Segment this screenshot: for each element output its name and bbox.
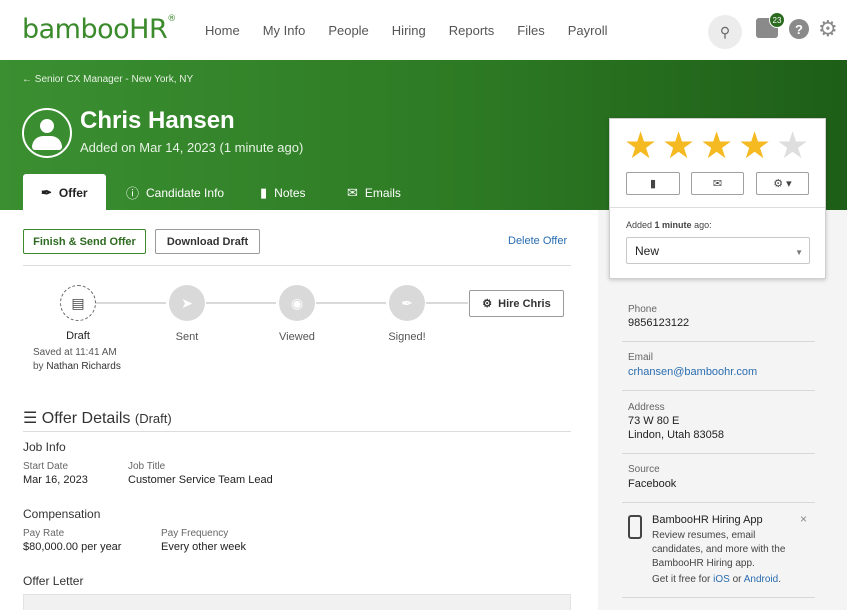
- candidate-name: Chris Hansen: [80, 107, 235, 134]
- list-icon: ☰: [23, 410, 42, 427]
- comment-icon: ▮: [260, 184, 268, 200]
- start-date-label: Start Date: [23, 461, 69, 472]
- promo-body-2: candidates, and more with the: [652, 544, 786, 555]
- divider: [610, 207, 825, 208]
- address-line1: 73 W 80 E: [628, 415, 680, 427]
- pencil-icon: ✒: [41, 184, 52, 200]
- step-viewed-label: Viewed: [279, 331, 315, 343]
- divider: [622, 341, 815, 342]
- nav-home[interactable]: Home: [205, 23, 240, 38]
- search-icon[interactable]: ⚲: [708, 15, 742, 49]
- star-3-icon[interactable]: ★: [700, 127, 733, 164]
- nav-links: Home My Info People Hiring Reports Files…: [205, 23, 631, 38]
- divider: [622, 597, 815, 598]
- star-2-icon[interactable]: ★: [662, 127, 695, 164]
- divider: [23, 265, 571, 266]
- nav-hiring[interactable]: Hiring: [392, 23, 426, 38]
- nav-my-info[interactable]: My Info: [263, 23, 306, 38]
- phone-label: Phone: [628, 304, 657, 315]
- chevron-down-icon: ▼: [795, 248, 803, 257]
- settings-dropdown-button[interactable]: ⚙ ▾: [756, 172, 809, 195]
- progress-line: [206, 302, 276, 304]
- email-label: Email: [628, 352, 654, 363]
- star-1-icon[interactable]: ★: [624, 127, 657, 164]
- star-5-icon[interactable]: ★: [776, 127, 809, 164]
- android-link[interactable]: Android: [744, 574, 778, 585]
- candidate-added-date: Added on Mar 14, 2023 (1 minute ago): [80, 140, 304, 155]
- progress-line: [96, 302, 166, 304]
- saved-time: Saved at 11:41 AM: [33, 347, 117, 358]
- email-button[interactable]: ✉: [691, 172, 744, 195]
- send-plane-icon: ➤: [169, 285, 205, 321]
- divider: [622, 453, 815, 454]
- divider: [23, 431, 571, 432]
- nav-files[interactable]: Files: [517, 23, 544, 38]
- pay-rate-label: Pay Rate: [23, 528, 65, 539]
- offer-details-title: ☰ Offer Details (Draft): [23, 410, 172, 427]
- comment-icon: ▮: [649, 178, 657, 190]
- pay-frequency-value: Every other week: [161, 541, 246, 553]
- source-label: Source: [628, 464, 660, 475]
- address-label: Address: [628, 402, 665, 413]
- tab-notes[interactable]: ▮ Notes: [260, 174, 306, 211]
- signature-icon: ✒: [389, 285, 425, 321]
- promo-cta: Get it free for iOS or Android.: [652, 574, 781, 585]
- source-value: Facebook: [628, 478, 677, 490]
- info-icon: ⓘ: [126, 186, 140, 201]
- progress-line: [316, 302, 386, 304]
- avatar: [22, 108, 72, 158]
- ios-link[interactable]: iOS: [713, 574, 730, 585]
- status-added-label: Added 1 minute ago:: [626, 220, 712, 230]
- job-title-label: Job Title: [128, 461, 166, 472]
- phone-icon: [628, 515, 642, 539]
- nav-people[interactable]: People: [328, 23, 368, 38]
- nav-payroll[interactable]: Payroll: [568, 23, 608, 38]
- pay-rate-value: $80,000.00 per year: [23, 541, 122, 553]
- promo-body-1: Review resumes, email: [652, 530, 756, 541]
- gear-icon: ⚙ ▾: [773, 178, 792, 190]
- saved-by: by Nathan Richards: [33, 361, 121, 372]
- status-select[interactable]: New ▼: [626, 237, 810, 264]
- comment-button[interactable]: ▮: [626, 172, 680, 195]
- download-draft-button[interactable]: Download Draft: [155, 229, 260, 254]
- pay-frequency-label: Pay Frequency: [161, 528, 229, 539]
- hire-chris-button[interactable]: ⚙ Hire Chris: [469, 290, 564, 317]
- tab-emails[interactable]: ✉ Emails: [347, 174, 401, 211]
- progress-line: [426, 302, 468, 304]
- promo-body-3: BambooHR Hiring app.: [652, 558, 755, 569]
- finish-send-offer-button[interactable]: Finish & Send Offer: [23, 229, 146, 254]
- eye-icon: ◉: [279, 285, 315, 321]
- step-signed-label: Signed!: [388, 331, 426, 343]
- breadcrumb[interactable]: ← Senior CX Manager - New York, NY: [22, 74, 193, 85]
- promo-title: BambooHR Hiring App: [652, 514, 763, 526]
- envelope-icon: ✉: [712, 178, 723, 190]
- star-4-icon[interactable]: ★: [738, 127, 771, 164]
- step-sent-label: Sent: [175, 331, 199, 343]
- gear-icon: ⚙: [482, 298, 493, 310]
- offer-letter-heading: Offer Letter: [23, 574, 84, 588]
- envelope-icon: ✉: [347, 184, 358, 200]
- step-draft-label: Draft: [66, 330, 90, 342]
- address-line2: Lindon, Utah 83058: [628, 429, 725, 441]
- offer-letter-preview[interactable]: [23, 594, 571, 610]
- nav-reports[interactable]: Reports: [449, 23, 495, 38]
- delete-offer-link[interactable]: Delete Offer: [508, 235, 567, 247]
- divider: [622, 390, 815, 391]
- start-date-value: Mar 16, 2023: [23, 474, 88, 486]
- job-title-value: Customer Service Team Lead: [128, 474, 273, 486]
- phone-value: 9856123122: [628, 317, 690, 329]
- bamboohr-logo[interactable]: bambooHR®: [22, 14, 176, 45]
- job-info-heading: Job Info: [23, 440, 66, 454]
- settings-gear-icon[interactable]: ⚙: [818, 16, 838, 42]
- tab-candidate-info[interactable]: ⓘ Candidate Info: [126, 174, 224, 211]
- compensation-heading: Compensation: [23, 507, 101, 521]
- inbox-count-badge: 23: [769, 12, 785, 28]
- draft-doc-icon: ▤: [60, 285, 96, 321]
- tab-offer[interactable]: ✒ Offer: [23, 174, 106, 211]
- help-icon[interactable]: ?: [789, 19, 809, 39]
- close-icon[interactable]: ×: [800, 512, 807, 526]
- divider: [622, 502, 815, 503]
- email-link[interactable]: crhansen@bamboohr.com: [628, 366, 757, 378]
